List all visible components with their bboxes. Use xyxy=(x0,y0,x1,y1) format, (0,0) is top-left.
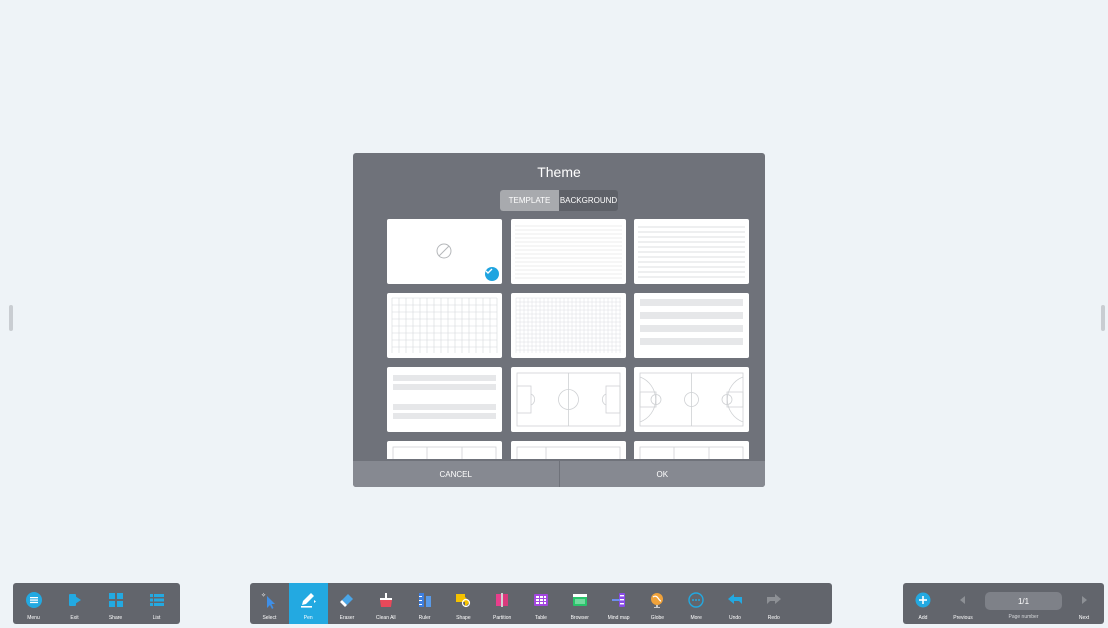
template-staff-pairs[interactable] xyxy=(387,367,502,432)
globe-tool[interactable]: Globe xyxy=(638,583,677,624)
share-label: Share xyxy=(108,615,123,621)
template-table-partial-3[interactable] xyxy=(634,441,749,459)
eraser-label: Eraser xyxy=(339,615,355,621)
table-icon xyxy=(532,591,550,609)
dialog-title: Theme xyxy=(537,164,581,180)
theme-dialog: Theme TEMPLATE BACKGROUND CANCEL OK xyxy=(353,153,765,487)
partition-tool[interactable]: Partition xyxy=(483,583,522,624)
share-icon xyxy=(107,591,125,609)
select-tool[interactable]: ✧ Select xyxy=(250,583,289,624)
template-music-staff[interactable] xyxy=(634,293,749,358)
previous-label: Previous xyxy=(953,615,973,621)
more-icon xyxy=(687,591,705,609)
template-football-field[interactable] xyxy=(511,367,626,432)
tab-background[interactable]: BACKGROUND xyxy=(559,190,618,211)
list-button[interactable]: List xyxy=(136,583,177,624)
svg-text:✧: ✧ xyxy=(261,592,266,599)
share-button[interactable]: Share xyxy=(95,583,136,624)
globe-icon xyxy=(648,591,666,609)
dialog-footer: CANCEL OK xyxy=(353,461,765,487)
redo-icon xyxy=(765,591,783,609)
table-label: Table xyxy=(535,615,547,621)
pen-tool[interactable]: Pen xyxy=(288,583,328,624)
mind-map-icon xyxy=(610,591,628,609)
clean-all-label: Clean All xyxy=(375,615,396,621)
shape-label: Shape xyxy=(456,615,471,621)
menu-button[interactable]: Menu xyxy=(13,583,54,624)
chevron-left-icon xyxy=(954,591,972,609)
mind-map-tool[interactable]: Mind map xyxy=(599,583,638,624)
redo-label: Redo xyxy=(767,615,780,621)
ruler-tool[interactable]: Ruler xyxy=(405,583,444,624)
toolbar-left: Menu Exit Share List xyxy=(13,583,180,624)
template-basketball-court[interactable] xyxy=(634,367,749,432)
clean-all-icon xyxy=(377,591,395,609)
select-label: Select xyxy=(262,615,277,621)
browser-icon xyxy=(571,591,589,609)
globe-label: Globe xyxy=(650,615,665,621)
shape-icon xyxy=(454,591,472,609)
undo-icon xyxy=(726,591,744,609)
clean-all-tool[interactable]: Clean All xyxy=(366,583,405,624)
undo-label: Undo xyxy=(728,615,741,621)
cancel-button[interactable]: CANCEL xyxy=(353,461,559,487)
next-page-button[interactable]: Next xyxy=(1064,583,1104,624)
eraser-tool[interactable]: Eraser xyxy=(328,583,367,624)
list-icon xyxy=(148,591,166,609)
partition-label: Partition xyxy=(493,615,512,621)
template-lined-wide[interactable] xyxy=(634,219,749,284)
exit-label: Exit xyxy=(70,615,79,621)
browser-label: Browser xyxy=(570,615,589,621)
add-label: Add xyxy=(918,615,928,621)
right-edge-handle[interactable] xyxy=(1101,305,1105,331)
toolbar-center: ✧ Select Pen Eraser Clean All Ruler Shap… xyxy=(250,583,832,624)
template-grid-small[interactable] xyxy=(511,293,626,358)
undo-button[interactable]: Undo xyxy=(716,583,755,624)
toolbar-right: Add Previous 1/1 Page number Next xyxy=(903,583,1104,624)
select-icon: ✧ xyxy=(260,591,278,609)
template-blank[interactable] xyxy=(387,219,502,284)
selected-check-icon xyxy=(485,267,499,281)
shape-tool[interactable]: Shape xyxy=(444,583,483,624)
mind-map-label: Mind map xyxy=(607,615,630,621)
browser-tool[interactable]: Browser xyxy=(560,583,599,624)
ruler-label: Ruler xyxy=(418,615,431,621)
next-label: Next xyxy=(1078,615,1090,621)
pen-icon xyxy=(299,591,317,609)
partition-icon xyxy=(493,591,511,609)
chevron-right-icon xyxy=(1075,591,1093,609)
add-page-button[interactable]: Add xyxy=(903,583,943,624)
template-grid[interactable] xyxy=(387,219,749,459)
theme-tab-switch: TEMPLATE BACKGROUND xyxy=(500,190,618,211)
menu-label: Menu xyxy=(27,615,40,621)
menu-icon xyxy=(25,591,43,609)
template-lined-narrow[interactable] xyxy=(511,219,626,284)
previous-page-button[interactable]: Previous xyxy=(943,583,983,624)
ruler-icon xyxy=(416,591,434,609)
list-label: List xyxy=(152,615,161,621)
exit-icon xyxy=(66,591,84,609)
redo-button[interactable]: Redo xyxy=(754,583,793,624)
page-number-caption: Page number xyxy=(1008,614,1039,620)
pen-label: Pen xyxy=(303,615,313,621)
add-icon xyxy=(914,591,932,609)
template-table-partial-1[interactable] xyxy=(387,441,502,459)
tab-template[interactable]: TEMPLATE xyxy=(500,190,559,211)
more-label: More xyxy=(690,615,702,621)
table-tool[interactable]: Table xyxy=(522,583,561,624)
left-edge-handle[interactable] xyxy=(9,305,13,331)
more-tool[interactable]: More xyxy=(677,583,716,624)
template-grid-large[interactable] xyxy=(387,293,502,358)
exit-button[interactable]: Exit xyxy=(54,583,95,624)
eraser-icon xyxy=(338,591,356,609)
template-table-partial-2[interactable] xyxy=(511,441,626,459)
ok-button[interactable]: OK xyxy=(560,461,766,487)
page-number-field[interactable]: 1/1 xyxy=(985,592,1062,610)
